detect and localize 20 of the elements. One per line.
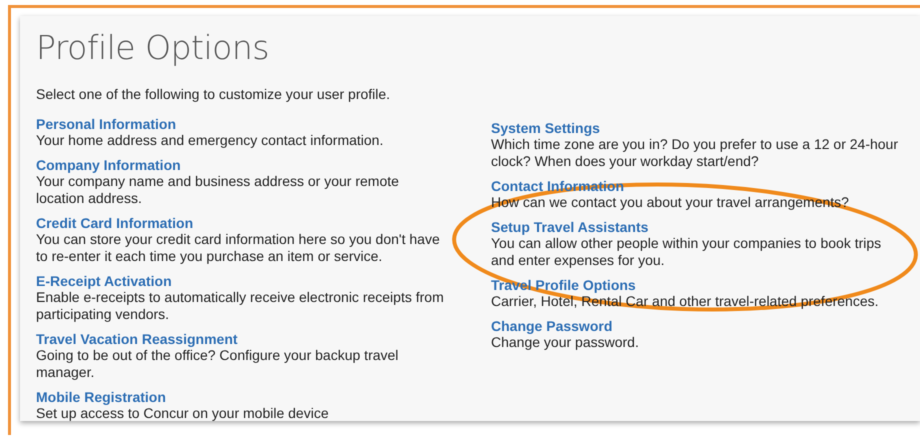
page-title: Profile Options bbox=[36, 28, 269, 68]
intro-text: Select one of the following to customize your user profile. bbox=[36, 86, 390, 102]
option-description: Change your password. bbox=[491, 334, 640, 351]
option-description: Enable e-receipts to automatically receive electronic receipts from participating vendors. bbox=[36, 289, 445, 323]
option-link[interactable]: System Settings bbox=[491, 120, 600, 136]
option-link[interactable]: Mobile Registration bbox=[36, 389, 166, 405]
option-link[interactable]: Credit Card Information bbox=[36, 215, 194, 231]
option-description: You can allow other people within your companies to book trips and enter expenses for you. bbox=[491, 235, 882, 269]
option-link[interactable]: Company Information bbox=[36, 157, 181, 173]
option-link[interactable]: Personal Information bbox=[36, 116, 176, 132]
option-description: Your company name and business address or your remote location address. bbox=[36, 173, 400, 207]
option-description: Which time zone are you in? Do you prefer to use a 12 or 24-hour clock? When does your workday start/end? bbox=[491, 136, 899, 170]
option-description: Going to be out of the office? Configure your backup travel manager. bbox=[36, 347, 400, 381]
option-link[interactable]: Change Password bbox=[491, 318, 612, 334]
option-link[interactable]: Travel Vacation Reassignment bbox=[36, 331, 238, 347]
option-description: Set up access to Concur on your mobile device bbox=[36, 405, 330, 422]
option-description: You can store your credit card information here so you don't have to re-enter it each time you purchase an item or service. bbox=[36, 231, 441, 265]
option-description: Your home address and emergency contact information. bbox=[36, 132, 384, 149]
option-link[interactable]: Setup Travel Assistants bbox=[491, 219, 648, 235]
option-link[interactable]: E-Receipt Activation bbox=[36, 273, 172, 289]
